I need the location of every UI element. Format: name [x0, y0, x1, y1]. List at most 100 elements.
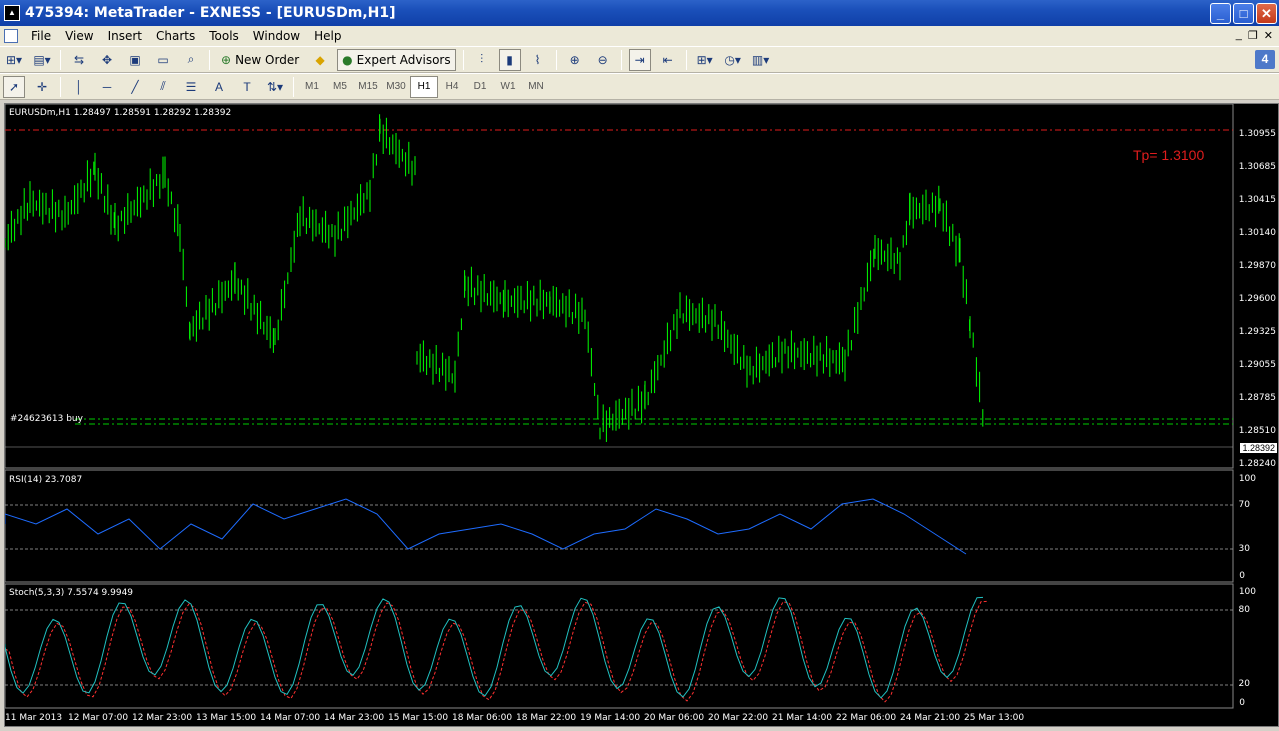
- line-chart-icon[interactable]: ⌇: [527, 49, 549, 71]
- chart-window[interactable]: EURUSDm,H1 1.28497 1.28591 1.28292 1.283…: [4, 103, 1279, 727]
- fibonacci-icon[interactable]: ☰: [180, 76, 202, 98]
- text-icon[interactable]: A: [208, 76, 230, 98]
- menu-charts[interactable]: Charts: [149, 29, 202, 43]
- menu-window[interactable]: Window: [246, 29, 307, 43]
- line-studies-toolbar: ➚ ✛ │ ─ ╱ ⫽ ☰ A T ⇅▾ M1 M5 M15 M30 H1 H4…: [0, 73, 1279, 100]
- price-tick: 1.30955: [1238, 129, 1276, 139]
- expert-advisors-button[interactable]: ● Expert Advisors: [337, 48, 456, 71]
- new-order-label: New Order: [235, 52, 300, 67]
- stoch-level: 0: [1239, 698, 1245, 708]
- standard-toolbar: ⊞▾ ▤▾ ⇆ ✥ ▣ ▭ ⌕ ⊕ New Order ◆ ● Expert Adv…: [0, 46, 1279, 73]
- arrows-button[interactable]: ⇅▾: [264, 76, 286, 98]
- chart-shift-icon[interactable]: ⇤: [657, 49, 679, 71]
- order-label: #24623613 buy: [10, 414, 83, 424]
- templates-button[interactable]: ▥▾: [750, 49, 772, 71]
- tf-m1[interactable]: M1: [298, 76, 326, 98]
- indicators-button[interactable]: ⊞▾: [694, 49, 716, 71]
- rsi-level: 30: [1238, 544, 1250, 554]
- stoch-signal-line: [5, 600, 988, 703]
- close-button[interactable]: ✕: [1256, 3, 1277, 24]
- expert-advisors-label: Expert Advisors: [356, 52, 451, 67]
- periods-button[interactable]: ◷▾: [722, 49, 744, 71]
- new-chart-button[interactable]: ⊞▾: [3, 49, 25, 71]
- terminal-icon[interactable]: ▭: [152, 49, 174, 71]
- stoch-level: 80: [1238, 605, 1250, 615]
- rsi-level: 70: [1238, 500, 1250, 510]
- time-tick: 13 Mar 15:00: [196, 713, 257, 723]
- time-tick: 11 Mar 2013: [5, 713, 63, 723]
- price-tick: 1.30685: [1238, 162, 1276, 172]
- new-order-icon: ⊕: [221, 52, 232, 67]
- time-tick: 12 Mar 07:00: [68, 713, 129, 723]
- mdi-restore-button[interactable]: ❐: [1248, 29, 1258, 42]
- mt-logo-icon: ▲: [4, 5, 20, 21]
- time-tick: 19 Mar 14:00: [580, 713, 641, 723]
- stoch-level: 100: [1238, 587, 1256, 597]
- price-tick: 1.29055: [1238, 360, 1276, 370]
- time-tick: 20 Mar 06:00: [644, 713, 705, 723]
- notification-badge[interactable]: 4: [1255, 50, 1275, 69]
- data-window-icon[interactable]: ✥: [96, 49, 118, 71]
- time-tick: 18 Mar 06:00: [452, 713, 513, 723]
- tf-h1[interactable]: H1: [410, 75, 438, 98]
- stoch-level: 20: [1238, 679, 1250, 689]
- new-order-button[interactable]: ⊕ New Order: [217, 49, 303, 71]
- trendline-icon[interactable]: ╱: [124, 76, 146, 98]
- time-tick: 12 Mar 23:00: [132, 713, 193, 723]
- market-watch-icon[interactable]: ⇆: [68, 49, 90, 71]
- menu-tools[interactable]: Tools: [202, 29, 246, 43]
- rsi-header: RSI(14) 23.7087: [9, 475, 83, 485]
- rsi-level: 0: [1239, 571, 1245, 581]
- price-tick: 1.30140: [1238, 228, 1276, 238]
- bar-chart-icon[interactable]: ⫶: [471, 49, 493, 71]
- minimize-button[interactable]: _: [1210, 3, 1231, 24]
- window-title: 475394: MetaTrader - EXNESS - [EURUSDm,H…: [25, 5, 396, 21]
- navigator-icon[interactable]: ▣: [124, 49, 146, 71]
- strategy-tester-icon[interactable]: ⌕: [180, 49, 202, 71]
- time-tick: 14 Mar 07:00: [260, 713, 321, 723]
- mdi-minimize-button[interactable]: _: [1236, 29, 1242, 42]
- auto-scroll-icon[interactable]: ⇥: [628, 48, 651, 71]
- tf-m15[interactable]: M15: [354, 76, 382, 98]
- time-tick: 15 Mar 15:00: [388, 713, 449, 723]
- tf-h4[interactable]: H4: [438, 76, 466, 98]
- tf-m30[interactable]: M30: [382, 76, 410, 98]
- tf-w1[interactable]: W1: [494, 76, 522, 98]
- expert-advisors-icon: ●: [342, 52, 353, 67]
- mdi-close-button[interactable]: ✕: [1264, 29, 1273, 42]
- profiles-button[interactable]: ▤▾: [31, 49, 53, 71]
- stoch-main-line: [5, 596, 984, 699]
- rsi-line: [5, 498, 967, 555]
- zoom-in-icon[interactable]: ⊕: [564, 49, 586, 71]
- price-tick: 1.28510: [1238, 426, 1276, 436]
- channel-icon[interactable]: ⫽: [152, 76, 174, 98]
- menu-insert[interactable]: Insert: [101, 29, 149, 43]
- price-tick: 1.28240: [1238, 459, 1276, 469]
- menu-file[interactable]: File: [24, 29, 58, 43]
- metaeditor-icon[interactable]: ◆: [309, 49, 331, 71]
- price-tick: 1.29870: [1238, 261, 1276, 271]
- horizontal-line-icon[interactable]: ─: [96, 76, 118, 98]
- tf-mn[interactable]: MN: [522, 76, 550, 98]
- menu-view[interactable]: View: [58, 29, 100, 43]
- menu-help[interactable]: Help: [307, 29, 348, 43]
- vertical-line-icon[interactable]: │: [68, 76, 90, 98]
- price-tick: 1.29600: [1238, 294, 1276, 304]
- current-price-label: 1.28392: [1240, 443, 1277, 453]
- maximize-button[interactable]: □: [1233, 3, 1254, 24]
- cursor-icon[interactable]: ➚: [3, 75, 25, 98]
- tf-m5[interactable]: M5: [326, 76, 354, 98]
- time-tick: 14 Mar 23:00: [324, 713, 385, 723]
- price-tick: 1.28785: [1238, 393, 1276, 403]
- zoom-out-icon[interactable]: ⊖: [592, 49, 614, 71]
- time-tick: 24 Mar 21:00: [900, 713, 961, 723]
- rsi-level: 100: [1238, 474, 1256, 484]
- chart-canvas[interactable]: [5, 104, 1278, 726]
- text-label-icon[interactable]: T: [236, 76, 258, 98]
- crosshair-icon[interactable]: ✛: [31, 76, 53, 98]
- time-tick: 18 Mar 22:00: [516, 713, 577, 723]
- candlestick-icon[interactable]: ▮: [498, 48, 521, 71]
- price-tick: 1.30415: [1238, 195, 1276, 205]
- tf-d1[interactable]: D1: [466, 76, 494, 98]
- tp-label: Tp= 1.3100: [1133, 147, 1205, 163]
